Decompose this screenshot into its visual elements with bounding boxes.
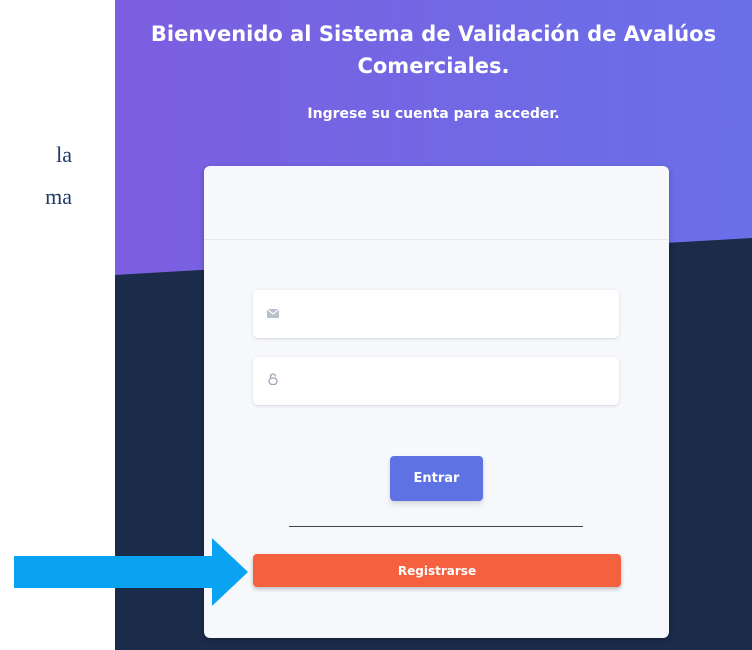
register-button[interactable]: Registrarse — [253, 554, 621, 587]
email-field[interactable] — [253, 289, 619, 339]
lock-icon — [266, 373, 280, 389]
login-card: Entrar Registrarse — [204, 166, 669, 638]
document-text-line-2: ma — [45, 184, 72, 209]
card-header — [204, 166, 669, 240]
document-text-line-1: la — [56, 142, 72, 167]
login-button[interactable]: Entrar — [390, 456, 483, 501]
envelope-icon — [266, 307, 280, 322]
divider — [289, 526, 583, 527]
page-title: Bienvenido al Sistema de Validación de A… — [150, 22, 717, 78]
login-screenshot: Bienvenido al Sistema de Validación de A… — [115, 0, 752, 650]
password-input[interactable] — [288, 356, 619, 406]
password-field[interactable] — [253, 356, 619, 406]
email-input[interactable] — [288, 289, 619, 339]
page-subtitle: Ingrese su cuenta para acceder. — [307, 106, 560, 122]
